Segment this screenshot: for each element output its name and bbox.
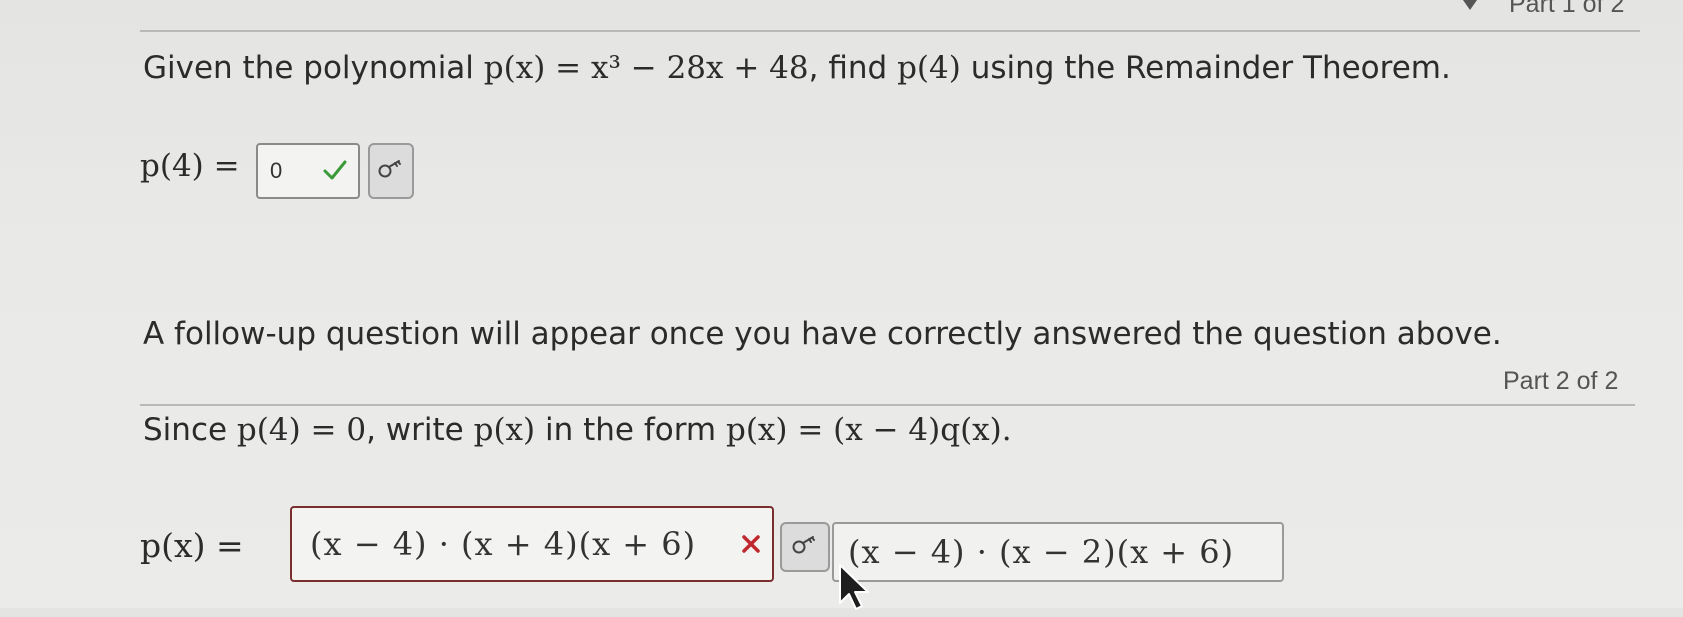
part-2-answer-label: p(x) = [140, 526, 244, 565]
collapse-chevron-icon[interactable] [1463, 0, 1477, 10]
key-icon [792, 535, 818, 559]
top-divider [140, 30, 1640, 32]
part-2-answer-value: (x − 4) · (x + 4)(x + 6) [310, 525, 697, 563]
part-2-key-button[interactable] [780, 522, 830, 572]
correct-answer-display: (x − 4) · (x − 2)(x + 6) [832, 522, 1284, 582]
part-1-label: Part 1 of 2 [1509, 0, 1625, 18]
part-1-answer-input[interactable]: 0 [256, 143, 360, 199]
target-expression: p(4) [897, 50, 961, 86]
key-icon [378, 159, 404, 183]
check-icon [322, 157, 348, 183]
part-2-question: Since p(4) = 0, write p(x) in the form p… [143, 412, 1012, 448]
given-expression: p(4) = 0 [236, 412, 367, 448]
part-1-question: Given the polynomial p(x) = x³ − 28x + 4… [143, 50, 1451, 86]
form-expression: p(x) = (x − 4)q(x). [725, 412, 1012, 448]
target-expression: p(x) [473, 412, 536, 448]
mouse-cursor-icon [838, 563, 878, 617]
part-divider [140, 404, 1635, 406]
part-1-answer-value: 0 [270, 158, 283, 183]
polynomial-expression: p(x) = x³ − 28x + 48 [483, 50, 809, 86]
part-1-key-button[interactable] [368, 143, 414, 199]
part-2-answer-input[interactable]: (x − 4) · (x + 4)(x + 6) [290, 506, 774, 582]
part-2-label: Part 2 of 2 [1503, 367, 1619, 395]
x-icon [740, 533, 762, 555]
followup-message: A follow-up question will appear once yo… [143, 316, 1502, 352]
part-1-answer-label: p(4) = [140, 148, 240, 184]
correct-answer-value: (x − 4) · (x − 2)(x + 6) [848, 533, 1235, 571]
